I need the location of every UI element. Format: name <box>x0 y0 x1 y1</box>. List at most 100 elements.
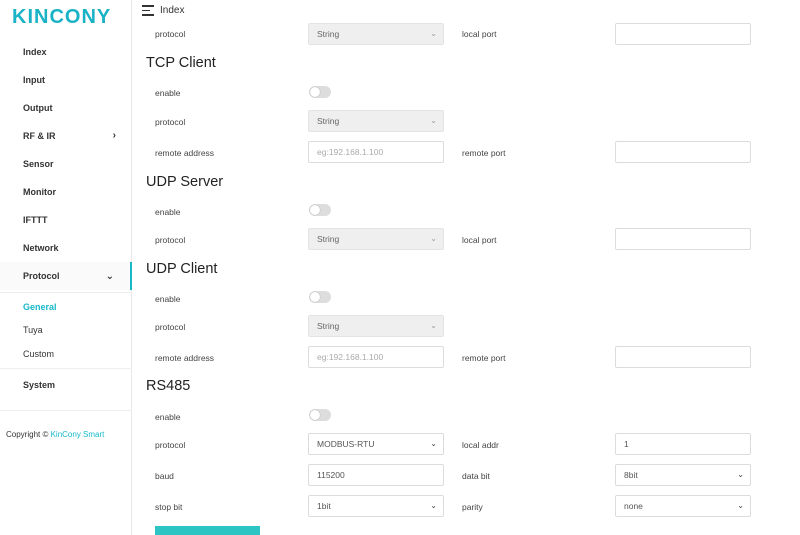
tcp-client-enable-toggle[interactable] <box>309 86 331 98</box>
stop-bit-label: stop bit <box>155 502 183 512</box>
enable-label: enable <box>155 412 181 422</box>
chevron-down-icon: ⌄ <box>105 271 114 282</box>
data-bit-value: 8bit <box>624 470 638 480</box>
hamburger-menu-icon[interactable] <box>142 5 154 16</box>
sidebar-item-network[interactable]: Network <box>0 234 132 262</box>
protocol-label: protocol <box>155 235 186 245</box>
remote-port-label: remote port <box>462 148 506 158</box>
baud-label: baud <box>155 471 174 481</box>
sidebar-item-label: Network <box>23 243 59 253</box>
rs485-protocol-select[interactable]: MODBUS-RTU ⌄ <box>308 433 444 455</box>
sidebar: KINCONY Index Input Output RF & IR › Sens… <box>0 0 132 535</box>
chevron-down-icon: ⌄ <box>430 29 437 38</box>
udp-server-enable-toggle[interactable] <box>309 204 331 216</box>
local-port-input[interactable] <box>615 23 751 45</box>
sidebar-item-label: Input <box>23 75 45 85</box>
protocol-value: String <box>317 116 340 126</box>
sidebar-subitem-custom[interactable]: Custom <box>0 343 132 365</box>
enable-label: enable <box>155 294 181 304</box>
sidebar-item-monitor[interactable]: Monitor <box>0 178 132 206</box>
remote-address-label: remote address <box>155 148 215 158</box>
chevron-down-icon: ⌄ <box>430 234 437 243</box>
protocol-value: MODBUS-RTU <box>317 439 375 449</box>
tcp-client-protocol-select[interactable]: String ⌄ <box>308 110 444 132</box>
local-addr-label: local addr <box>462 440 499 450</box>
rs485-enable-toggle[interactable] <box>309 409 331 421</box>
chevron-down-icon: ⌄ <box>430 116 437 125</box>
enable-label: enable <box>155 88 181 98</box>
tcp-client-remote-port-input[interactable] <box>615 141 751 163</box>
udp-client-remote-address-input[interactable]: eg:192.168.1.100 <box>308 346 444 368</box>
protocol-value: String <box>317 29 340 39</box>
data-bit-label: data bit <box>462 471 490 481</box>
parity-value: none <box>624 501 643 511</box>
udp-client-protocol-select[interactable]: String ⌄ <box>308 315 444 337</box>
sidebar-item-rf-ir[interactable]: RF & IR › <box>0 122 132 150</box>
protocol-value: String <box>317 234 340 244</box>
sidebar-subitem-label: Tuya <box>23 325 43 335</box>
sidebar-subitem-label: General <box>23 302 57 312</box>
rs485-baud-input[interactable]: 115200 <box>308 464 444 486</box>
tcp-client-remote-address-input[interactable]: eg:192.168.1.100 <box>308 141 444 163</box>
sidebar-item-sensor[interactable]: Sensor <box>0 150 132 178</box>
chevron-down-icon: ⌄ <box>430 501 437 510</box>
chevron-down-icon: ⌄ <box>430 439 437 448</box>
sidebar-subitem-general[interactable]: General <box>0 296 132 318</box>
top-bar: Index <box>132 0 800 22</box>
sidebar-item-protocol[interactable]: Protocol ⌄ <box>0 262 132 290</box>
copyright-prefix: Copyright © <box>6 430 49 439</box>
section-title-udp-server: UDP Server <box>146 174 224 190</box>
protocol-label: protocol <box>155 440 186 450</box>
udp-client-remote-port-input[interactable] <box>615 346 751 368</box>
udp-server-local-port-input[interactable] <box>615 228 751 250</box>
sidebar-item-output[interactable]: Output <box>0 94 132 122</box>
breadcrumb[interactable]: Index <box>160 5 184 16</box>
local-port-label: local port <box>462 235 497 245</box>
section-title-udp-client: UDP Client <box>146 261 218 277</box>
sidebar-subitem-tuya[interactable]: Tuya <box>0 319 132 341</box>
chevron-down-icon: ⌄ <box>737 470 744 479</box>
protocol-label: protocol <box>155 29 186 39</box>
sidebar-subitem-label: Custom <box>23 349 55 359</box>
protocol-value: String <box>317 321 340 331</box>
sidebar-item-label: Protocol <box>23 271 60 281</box>
chevron-down-icon: ⌄ <box>430 321 437 330</box>
main-content: protocol String ⌄ local port TCP Client e… <box>132 22 800 535</box>
sidebar-item-system[interactable]: System <box>0 371 132 399</box>
remote-address-label: remote address <box>155 353 215 363</box>
sidebar-item-label: Sensor <box>23 159 54 169</box>
local-port-label: local port <box>462 29 497 39</box>
copyright-brand-link[interactable]: KinCony Smart <box>51 430 105 439</box>
parity-label: parity <box>462 502 483 512</box>
sidebar-divider <box>0 368 132 369</box>
save-button[interactable] <box>155 526 260 535</box>
section-title-tcp-client: TCP Client <box>146 55 216 71</box>
udp-client-enable-toggle[interactable] <box>309 291 331 303</box>
sidebar-divider <box>0 410 132 411</box>
enable-label: enable <box>155 207 181 217</box>
rs485-local-addr-input[interactable]: 1 <box>615 433 751 455</box>
sidebar-divider <box>0 292 132 293</box>
chevron-down-icon: ⌄ <box>737 501 744 510</box>
rs485-parity-select[interactable]: none ⌄ <box>615 495 751 517</box>
sidebar-item-label: Index <box>23 47 47 57</box>
protocol-select[interactable]: String ⌄ <box>308 23 444 45</box>
rs485-stop-bit-select[interactable]: 1bit ⌄ <box>308 495 444 517</box>
sidebar-item-label: RF & IR <box>23 131 56 141</box>
sidebar-item-input[interactable]: Input <box>0 66 132 94</box>
sidebar-item-index[interactable]: Index <box>0 38 132 66</box>
chevron-right-icon: › <box>112 130 116 141</box>
stop-bit-value: 1bit <box>317 501 331 511</box>
rs485-data-bit-select[interactable]: 8bit ⌄ <box>615 464 751 486</box>
sidebar-item-label: System <box>23 380 56 390</box>
sidebar-item-ifttt[interactable]: IFTTT <box>0 206 132 234</box>
protocol-label: protocol <box>155 117 186 127</box>
sidebar-item-label: Monitor <box>23 187 56 197</box>
protocol-label: protocol <box>155 322 186 332</box>
copyright: Copyright © KinCony Smart <box>6 430 104 439</box>
sidebar-item-label: IFTTT <box>23 215 48 225</box>
kincony-logo[interactable]: KINCONY <box>12 6 111 29</box>
sidebar-item-label: Output <box>23 103 53 113</box>
udp-server-protocol-select[interactable]: String ⌄ <box>308 228 444 250</box>
remote-port-label: remote port <box>462 353 506 363</box>
